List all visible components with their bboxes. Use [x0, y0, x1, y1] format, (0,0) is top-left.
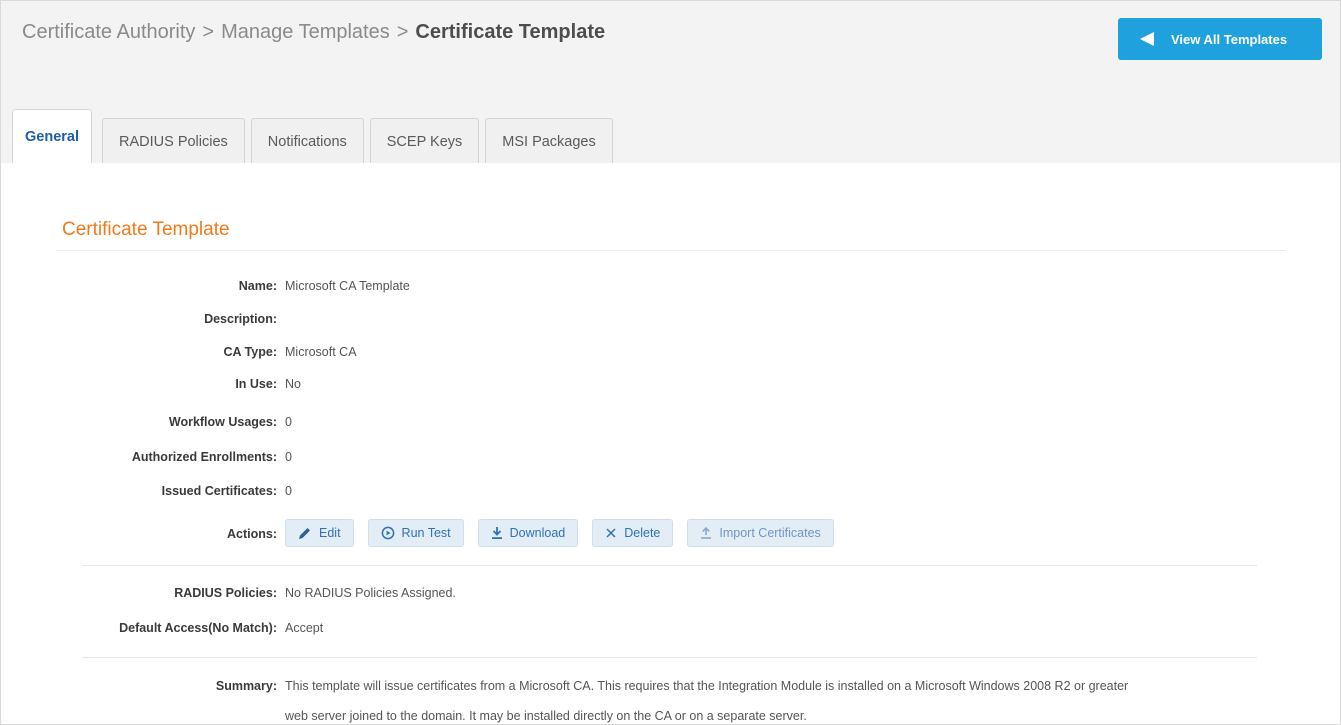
in-use-label: In Use:	[235, 377, 277, 391]
delete-button[interactable]: Delete	[592, 519, 674, 547]
pencil-icon	[298, 526, 312, 540]
workflow-usages-label: Workflow Usages:	[168, 415, 277, 429]
close-icon	[605, 527, 617, 539]
authorized-enrollments-value: 0	[285, 450, 292, 464]
import-certificates-label: Import Certificates	[719, 526, 821, 540]
certificate-template-page: Certificate Authority > Manage Templates > C…	[0, 0, 1341, 725]
actions-label: Actions:	[227, 527, 277, 541]
summary-line-2: web server joined to the domain. It may …	[285, 709, 807, 723]
breadcrumb-separator: >	[396, 21, 409, 43]
workflow-usages-value: 0	[285, 415, 292, 429]
ca-type-label: CA Type:	[223, 345, 277, 359]
tab-scep-keys[interactable]: SCEP Keys	[369, 118, 480, 164]
tab-general[interactable]: General	[12, 109, 92, 164]
name-label: Name:	[238, 279, 277, 293]
issued-certificates-value: 0	[285, 484, 292, 498]
summary-line-1: This template will issue certificates fr…	[285, 679, 1129, 693]
actions-toolbar: Edit Run Test Download Delete Import Cer…	[285, 519, 848, 547]
default-access-value: Accept	[285, 621, 324, 635]
description-label: Description:	[204, 312, 277, 326]
name-value: Microsoft CA Template	[285, 279, 410, 293]
radius-divider	[82, 657, 1257, 658]
section-title: Certificate Template	[62, 219, 230, 240]
summary-text: This template will issue certificates fr…	[285, 671, 1285, 724]
upload-icon	[700, 526, 712, 540]
breadcrumb: Certificate Authority > Manage Templates > C…	[22, 21, 605, 44]
download-label: Download	[509, 526, 566, 540]
issued-certificates-label: Issued Certificates:	[161, 484, 277, 498]
authorized-enrollments-label: Authorized Enrollments:	[131, 450, 277, 464]
breadcrumb-current-page: Certificate Template	[415, 21, 606, 43]
view-all-templates-button[interactable]: View All Templates	[1118, 18, 1322, 60]
import-certificates-button[interactable]: Import Certificates	[687, 519, 834, 547]
ca-type-value: Microsoft CA	[285, 345, 357, 359]
run-test-label: Run Test	[401, 526, 451, 540]
default-access-label: Default Access(No Match):	[119, 621, 277, 635]
radius-policies-value: No RADIUS Policies Assigned.	[285, 586, 456, 600]
breadcrumb-certificate-authority[interactable]: Certificate Authority	[22, 21, 195, 43]
view-all-templates-label: View All Templates	[1171, 31, 1288, 47]
radius-policies-label: RADIUS Policies:	[174, 586, 277, 600]
actions-divider	[82, 565, 1257, 566]
download-icon	[491, 526, 503, 540]
section-divider	[56, 250, 1286, 251]
breadcrumb-manage-templates[interactable]: Manage Templates	[221, 21, 390, 43]
edit-label: Edit	[319, 526, 341, 540]
play-circle-icon	[381, 526, 395, 540]
tab-radius-policies[interactable]: RADIUS Policies	[102, 118, 245, 164]
run-test-button[interactable]: Run Test	[367, 519, 464, 547]
edit-button[interactable]: Edit	[285, 519, 354, 547]
tab-notifications[interactable]: Notifications	[250, 118, 364, 164]
page-header: Certificate Authority > Manage Templates > C…	[1, 1, 1340, 164]
tab-msi-packages[interactable]: MSI Packages	[485, 118, 613, 164]
delete-label: Delete	[624, 526, 661, 540]
summary-label: Summary:	[215, 679, 277, 693]
download-button[interactable]: Download	[477, 519, 579, 547]
tab-bar: General RADIUS Policies Notifications SC…	[12, 109, 619, 164]
tab-content-general: Certificate Template Name: Microsoft CA …	[1, 163, 1340, 724]
breadcrumb-separator: >	[202, 21, 215, 43]
in-use-value: No	[285, 377, 301, 391]
left-triangle-icon	[1140, 32, 1154, 46]
